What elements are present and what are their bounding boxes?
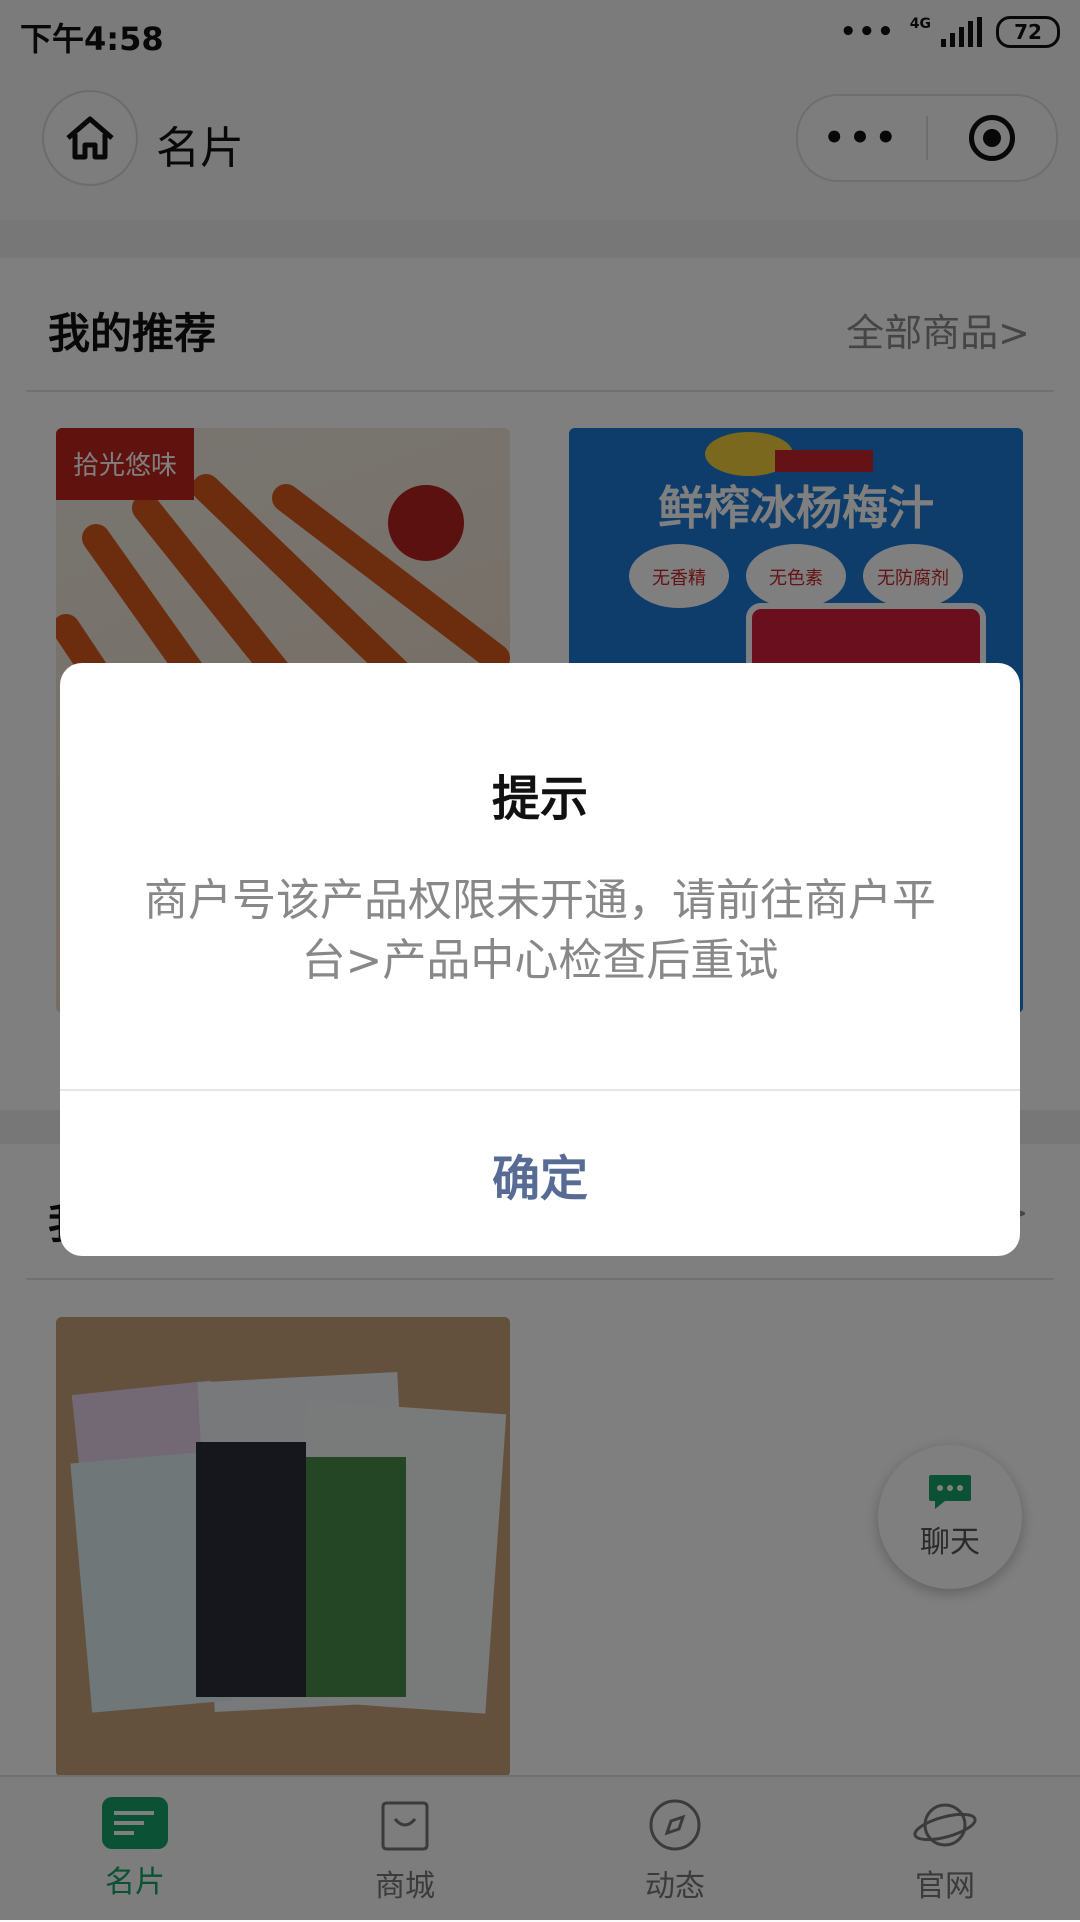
alert-dialog: 提示 商户号该产品权限未开通，请前往商户平台>产品中心检查后重试 确定: [60, 663, 1020, 1256]
dialog-message: 商户号该产品权限未开通，请前往商户平台>产品中心检查后重试: [144, 875, 936, 986]
dialog-title: 提示: [491, 771, 588, 827]
confirm-button[interactable]: 确定: [60, 1091, 1020, 1256]
